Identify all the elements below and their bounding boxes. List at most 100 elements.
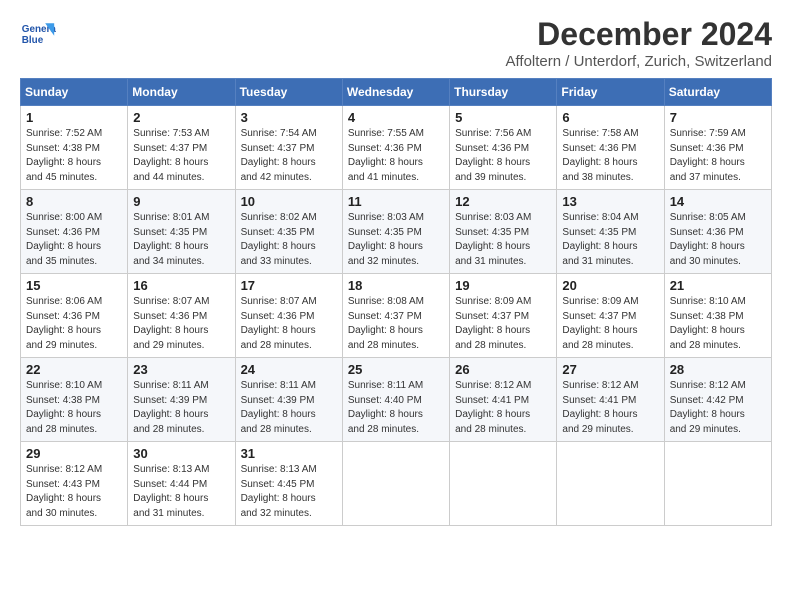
day-info: Sunrise: 8:11 AM Sunset: 4:40 PM Dayligh…	[348, 379, 444, 437]
day-number: 17	[241, 278, 337, 293]
weekday-header-cell: Sunday	[21, 79, 128, 106]
day-number: 24	[241, 362, 337, 377]
day-info: Sunrise: 7:56 AM Sunset: 4:36 PM Dayligh…	[455, 127, 551, 185]
weekday-header-cell: Saturday	[664, 79, 771, 106]
day-number: 10	[241, 194, 337, 209]
day-info: Sunrise: 8:12 AM Sunset: 4:43 PM Dayligh…	[26, 463, 122, 521]
calendar-day-cell: 27 Sunrise: 8:12 AM Sunset: 4:41 PM Dayli…	[557, 358, 664, 442]
day-number: 5	[455, 110, 551, 125]
day-number: 27	[562, 362, 658, 377]
day-info: Sunrise: 8:07 AM Sunset: 4:36 PM Dayligh…	[133, 295, 229, 353]
day-number: 31	[241, 446, 337, 461]
calendar-week-row: 8 Sunrise: 8:00 AM Sunset: 4:36 PM Daylig…	[21, 190, 772, 274]
day-number: 30	[133, 446, 229, 461]
calendar-day-cell: 19Sunrise: 8:09 AM Sunset: 4:37 PM Dayli…	[450, 274, 557, 358]
day-number: 11	[348, 194, 444, 209]
day-number: 20	[562, 278, 658, 293]
day-number: 18	[348, 278, 444, 293]
calendar-day-cell: 9 Sunrise: 8:01 AM Sunset: 4:35 PM Daylig…	[128, 190, 235, 274]
calendar-day-cell: 18 Sunrise: 8:08 AM Sunset: 4:37 PM Dayli…	[342, 274, 449, 358]
day-number: 2	[133, 110, 229, 125]
weekday-header-cell: Monday	[128, 79, 235, 106]
day-info: Sunrise: 8:13 AM Sunset: 4:45 PM Dayligh…	[241, 463, 337, 521]
day-info: Sunrise: 8:01 AM Sunset: 4:35 PM Dayligh…	[133, 211, 229, 269]
day-number: 3	[241, 110, 337, 125]
weekday-header-cell: Thursday	[450, 79, 557, 106]
day-number: 25	[348, 362, 444, 377]
day-info: Sunrise: 8:11 AM Sunset: 4:39 PM Dayligh…	[133, 379, 229, 437]
calendar-day-cell: 22 Sunrise: 8:10 AM Sunset: 4:38 PM Dayli…	[21, 358, 128, 442]
day-info: Sunrise: 8:03 AM Sunset: 4:35 PM Dayligh…	[348, 211, 444, 269]
calendar-day-cell: 12 Sunrise: 8:03 AM Sunset: 4:35 PM Dayli…	[450, 190, 557, 274]
day-info: Sunrise: 8:09 AM Sunset: 4:37 PM Dayligh…	[455, 295, 551, 353]
calendar-body: 1 Sunrise: 7:52 AM Sunset: 4:38 PM Daylig…	[21, 106, 772, 526]
calendar-day-cell: 11 Sunrise: 8:03 AM Sunset: 4:35 PM Dayli…	[342, 190, 449, 274]
weekday-header-row: SundayMondayTuesdayWednesdayThursdayFrid…	[21, 79, 772, 106]
day-number: 9	[133, 194, 229, 209]
day-number: 22	[26, 362, 122, 377]
day-info: Sunrise: 7:52 AM Sunset: 4:38 PM Dayligh…	[26, 127, 122, 185]
day-info: Sunrise: 7:53 AM Sunset: 4:37 PM Dayligh…	[133, 127, 229, 185]
day-info: Sunrise: 8:10 AM Sunset: 4:38 PM Dayligh…	[26, 379, 122, 437]
day-info: Sunrise: 7:58 AM Sunset: 4:36 PM Dayligh…	[562, 127, 658, 185]
logo-icon: General Blue	[20, 16, 56, 52]
day-info: Sunrise: 8:02 AM Sunset: 4:35 PM Dayligh…	[241, 211, 337, 269]
day-info: Sunrise: 7:54 AM Sunset: 4:37 PM Dayligh…	[241, 127, 337, 185]
day-number: 7	[670, 110, 766, 125]
day-info: Sunrise: 8:06 AM Sunset: 4:36 PM Dayligh…	[26, 295, 122, 353]
title-block: December 2024 Affoltern / Unterdorf, Zur…	[506, 16, 773, 70]
calendar-day-cell: 3 Sunrise: 7:54 AM Sunset: 4:37 PM Daylig…	[235, 106, 342, 190]
day-number: 26	[455, 362, 551, 377]
day-info: Sunrise: 8:04 AM Sunset: 4:35 PM Dayligh…	[562, 211, 658, 269]
calendar-day-cell	[664, 442, 771, 526]
calendar-day-cell: 16 Sunrise: 8:07 AM Sunset: 4:36 PM Dayli…	[128, 274, 235, 358]
calendar-day-cell: 21Sunrise: 8:10 AM Sunset: 4:38 PM Dayli…	[664, 274, 771, 358]
calendar-week-row: 1 Sunrise: 7:52 AM Sunset: 4:38 PM Daylig…	[21, 106, 772, 190]
day-info: Sunrise: 8:03 AM Sunset: 4:35 PM Dayligh…	[455, 211, 551, 269]
calendar-day-cell: 1 Sunrise: 7:52 AM Sunset: 4:38 PM Daylig…	[21, 106, 128, 190]
day-info: Sunrise: 8:00 AM Sunset: 4:36 PM Dayligh…	[26, 211, 122, 269]
day-info: Sunrise: 8:11 AM Sunset: 4:39 PM Dayligh…	[241, 379, 337, 437]
day-info: Sunrise: 8:09 AM Sunset: 4:37 PM Dayligh…	[562, 295, 658, 353]
calendar-day-cell	[557, 442, 664, 526]
day-info: Sunrise: 7:55 AM Sunset: 4:36 PM Dayligh…	[348, 127, 444, 185]
day-info: Sunrise: 8:10 AM Sunset: 4:38 PM Dayligh…	[670, 295, 766, 353]
calendar-day-cell: 2 Sunrise: 7:53 AM Sunset: 4:37 PM Daylig…	[128, 106, 235, 190]
calendar-day-cell: 5 Sunrise: 7:56 AM Sunset: 4:36 PM Daylig…	[450, 106, 557, 190]
day-number: 29	[26, 446, 122, 461]
calendar-day-cell: 24 Sunrise: 8:11 AM Sunset: 4:39 PM Dayli…	[235, 358, 342, 442]
calendar-day-cell: 31 Sunrise: 8:13 AM Sunset: 4:45 PM Dayli…	[235, 442, 342, 526]
day-number: 1	[26, 110, 122, 125]
calendar-day-cell	[342, 442, 449, 526]
day-info: Sunrise: 8:12 AM Sunset: 4:42 PM Dayligh…	[670, 379, 766, 437]
day-info: Sunrise: 8:05 AM Sunset: 4:36 PM Dayligh…	[670, 211, 766, 269]
weekday-header-cell: Tuesday	[235, 79, 342, 106]
day-number: 15	[26, 278, 122, 293]
day-info: Sunrise: 8:08 AM Sunset: 4:37 PM Dayligh…	[348, 295, 444, 353]
day-info: Sunrise: 8:12 AM Sunset: 4:41 PM Dayligh…	[562, 379, 658, 437]
weekday-header-cell: Friday	[557, 79, 664, 106]
calendar-day-cell: 7 Sunrise: 7:59 AM Sunset: 4:36 PM Daylig…	[664, 106, 771, 190]
calendar-day-cell: 10 Sunrise: 8:02 AM Sunset: 4:35 PM Dayli…	[235, 190, 342, 274]
calendar-day-cell: 8 Sunrise: 8:00 AM Sunset: 4:36 PM Daylig…	[21, 190, 128, 274]
calendar-day-cell: 26Sunrise: 8:12 AM Sunset: 4:41 PM Dayli…	[450, 358, 557, 442]
day-number: 8	[26, 194, 122, 209]
calendar-week-row: 22 Sunrise: 8:10 AM Sunset: 4:38 PM Dayli…	[21, 358, 772, 442]
calendar-day-cell: 29 Sunrise: 8:12 AM Sunset: 4:43 PM Dayli…	[21, 442, 128, 526]
calendar-day-cell: 30 Sunrise: 8:13 AM Sunset: 4:44 PM Dayli…	[128, 442, 235, 526]
day-number: 16	[133, 278, 229, 293]
calendar-day-cell: 4Sunrise: 7:55 AM Sunset: 4:36 PM Daylig…	[342, 106, 449, 190]
calendar-subtitle: Affoltern / Unterdorf, Zurich, Switzerla…	[506, 53, 773, 70]
calendar-table: SundayMondayTuesdayWednesdayThursdayFrid…	[20, 78, 772, 526]
day-number: 23	[133, 362, 229, 377]
day-number: 14	[670, 194, 766, 209]
calendar-day-cell: 23 Sunrise: 8:11 AM Sunset: 4:39 PM Dayli…	[128, 358, 235, 442]
calendar-day-cell: 6Sunrise: 7:58 AM Sunset: 4:36 PM Daylig…	[557, 106, 664, 190]
calendar-day-cell: 20 Sunrise: 8:09 AM Sunset: 4:37 PM Dayli…	[557, 274, 664, 358]
day-info: Sunrise: 8:13 AM Sunset: 4:44 PM Dayligh…	[133, 463, 229, 521]
day-number: 12	[455, 194, 551, 209]
day-info: Sunrise: 7:59 AM Sunset: 4:36 PM Dayligh…	[670, 127, 766, 185]
calendar-day-cell: 25 Sunrise: 8:11 AM Sunset: 4:40 PM Dayli…	[342, 358, 449, 442]
day-info: Sunrise: 8:07 AM Sunset: 4:36 PM Dayligh…	[241, 295, 337, 353]
day-number: 13	[562, 194, 658, 209]
